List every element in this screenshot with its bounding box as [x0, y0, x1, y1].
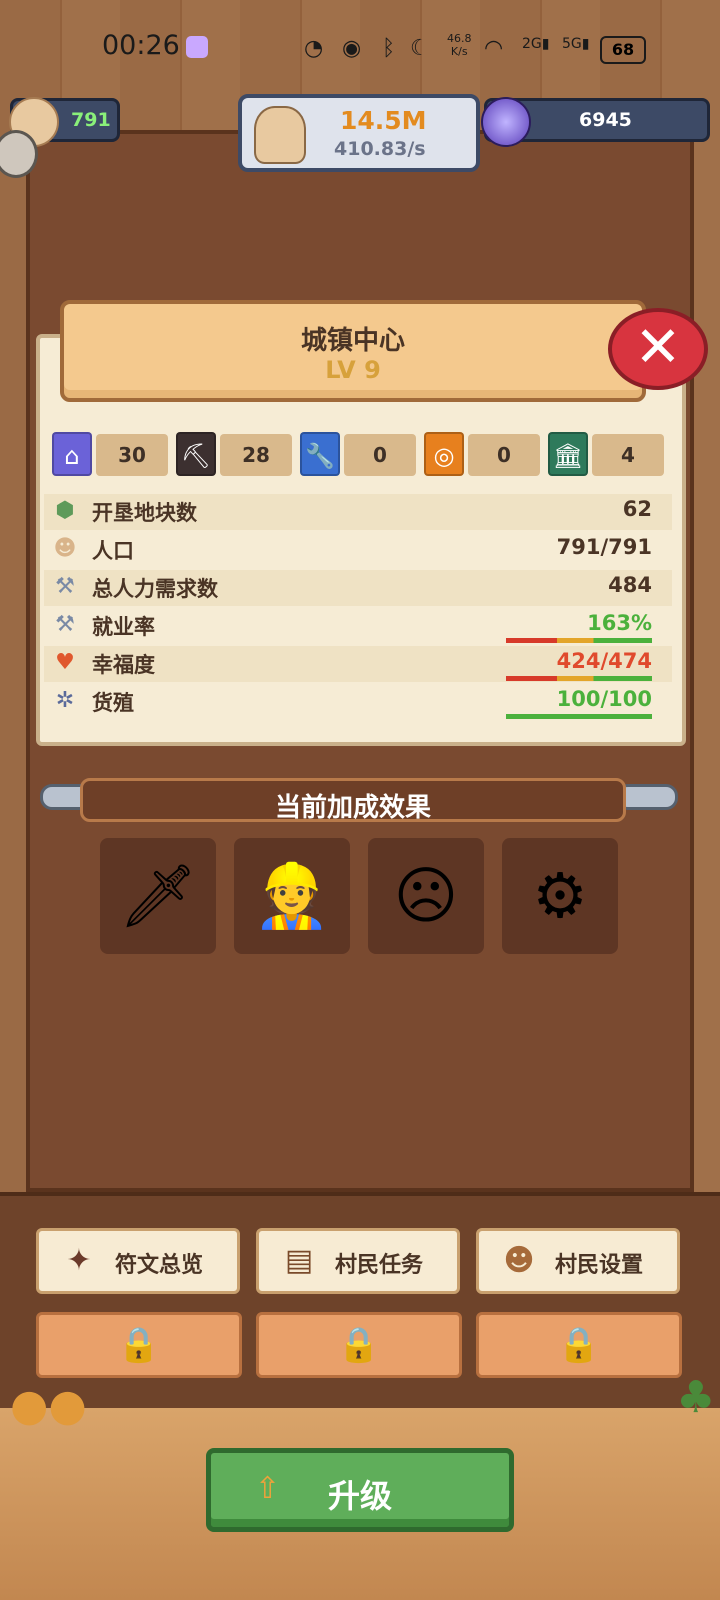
locked-slot[interactable]: 🔒 — [476, 1312, 682, 1378]
house-icon: ⌂ — [52, 432, 92, 476]
battery-indicator: 68 — [600, 36, 646, 64]
stat-label: 开垦地块数 — [92, 501, 197, 525]
lock-icon: 🔒 — [337, 1325, 381, 1365]
stat-value: 424/474 — [556, 649, 652, 673]
happiness-bar — [506, 676, 652, 681]
stat-value: 791/791 — [556, 535, 652, 559]
pickaxe-count: 28 — [220, 434, 292, 476]
lock-icon: 🔒 — [557, 1325, 601, 1365]
pot-count: 0 — [468, 434, 540, 476]
signal-5g-icon: 5G▮ — [562, 36, 590, 52]
button-label: 村民任务 — [335, 1253, 424, 1278]
wrench-icon: 🔧 — [300, 432, 340, 476]
villager-avatar-icon — [254, 106, 306, 164]
eye-icon: ◉ — [342, 36, 362, 61]
wifi-icon: ◠ — [484, 36, 504, 61]
stat-row-land: ⬢ 开垦地块数 62 — [44, 494, 672, 530]
villager-settings-button[interactable]: ☻ 村民设置 — [476, 1228, 680, 1294]
stat-value: 100/100 — [556, 687, 652, 711]
bonus-banner: 当前加成效果 — [80, 778, 626, 823]
wrench-count: 0 — [344, 434, 416, 476]
speedometer-icon: ◔ — [304, 36, 324, 61]
gold-rate: 410.83/s — [334, 138, 426, 160]
workers-icon: ⚒ — [55, 612, 75, 637]
stat-value: 62 — [622, 497, 652, 521]
gem-icon — [481, 97, 531, 147]
employment-bar — [506, 638, 652, 643]
stat-value: 484 — [608, 573, 652, 597]
gold-value: 14.5M — [340, 106, 427, 135]
gem-value: 6945 — [579, 109, 632, 131]
stat-label: 幸福度 — [92, 653, 155, 677]
stat-row-population: ☻ 人口 791/791 — [44, 532, 672, 568]
locked-slot[interactable]: 🔒 — [36, 1312, 242, 1378]
heart-icon: ♥ — [55, 650, 75, 675]
gem-bar[interactable]: 6945 — [481, 97, 710, 147]
stat-row-labor-demand: ⚒ 总人力需求数 484 — [44, 570, 672, 606]
net-speed: 46.8 K/s — [447, 32, 472, 58]
villager-icon: ☻ — [503, 1243, 535, 1278]
close-button[interactable]: ✕ — [608, 308, 708, 390]
lock-icon: 🔒 — [117, 1325, 161, 1365]
upgrade-button[interactable]: ⇧ 升级 — [206, 1448, 514, 1532]
stat-row-employment: ⚒ 就业率 163% — [44, 608, 672, 644]
upgrade-label: 升级 — [327, 1477, 392, 1515]
stat-row-happiness: ♥ 幸福度 424/474 — [44, 646, 672, 682]
gear-buff-icon[interactable]: ⚙ — [502, 838, 618, 954]
wrench-count-chip: 🔧 0 — [300, 432, 416, 478]
building-title: 城镇中心 — [300, 326, 405, 356]
temple-icon: 🏛 — [548, 432, 588, 476]
workers-icon: ⚒ — [55, 574, 75, 599]
unhappy-face-icon[interactable]: ☹ — [368, 838, 484, 954]
stat-label: 货殖 — [92, 691, 134, 715]
locked-slot[interactable]: 🔒 — [256, 1312, 462, 1378]
bluetooth-icon: ᛒ — [382, 36, 396, 61]
stat-label: 总人力需求数 — [92, 577, 218, 601]
villager-icon: ☻ — [53, 536, 77, 561]
population-value: 791 — [71, 109, 111, 131]
pot-count-chip: ◎ 0 — [424, 432, 540, 478]
pot-icon: ◎ — [424, 432, 464, 476]
button-label: 村民设置 — [555, 1253, 644, 1278]
temple-count-chip: 🏛 4 — [548, 432, 664, 478]
house-count: 30 — [96, 434, 168, 476]
villager-tasks-button[interactable]: ▤ 村民任务 — [256, 1228, 460, 1294]
sword-buff-icon[interactable]: 🗡 — [100, 838, 216, 954]
house-count-chip: ⌂ 30 — [52, 432, 168, 478]
coins-decoration-icon: ●● — [10, 1380, 87, 1431]
pickaxe-count-chip: ⛏ 28 — [176, 432, 292, 478]
cactus-pot-icon: ♣ — [676, 1372, 716, 1423]
workers-buff-icon[interactable]: 👷 — [234, 838, 350, 954]
building-level: LV 9 — [325, 356, 381, 384]
board-icon: ▤ — [284, 1243, 314, 1278]
status-time: 00:26 — [102, 30, 180, 61]
stat-value: 163% — [587, 611, 652, 635]
button-label: 符文总览 — [115, 1253, 204, 1278]
temple-count: 4 — [592, 434, 664, 476]
pickaxe-icon: ⛏ — [176, 432, 216, 476]
gear-icon: ✲ — [55, 688, 75, 713]
rune-overview-button[interactable]: ✦ 符文总览 — [36, 1228, 240, 1294]
bonus-title: 当前加成效果 — [274, 793, 431, 823]
land-tile-icon: ⬢ — [55, 498, 75, 523]
stat-label: 人口 — [92, 539, 134, 563]
signal-2g-icon: 2G▮ — [522, 36, 550, 52]
stat-row-commerce: ✲ 货殖 100/100 — [44, 684, 672, 720]
building-header: 城镇中心 LV 9 — [60, 300, 646, 402]
compass-icon: ✦ — [66, 1243, 92, 1278]
gold-panel[interactable]: 14.5M 410.83/s — [238, 94, 480, 172]
moon-icon: ☾ — [410, 36, 430, 61]
commerce-bar — [506, 714, 652, 719]
stat-label: 就业率 — [92, 615, 155, 639]
app-notification-icon — [186, 36, 208, 58]
